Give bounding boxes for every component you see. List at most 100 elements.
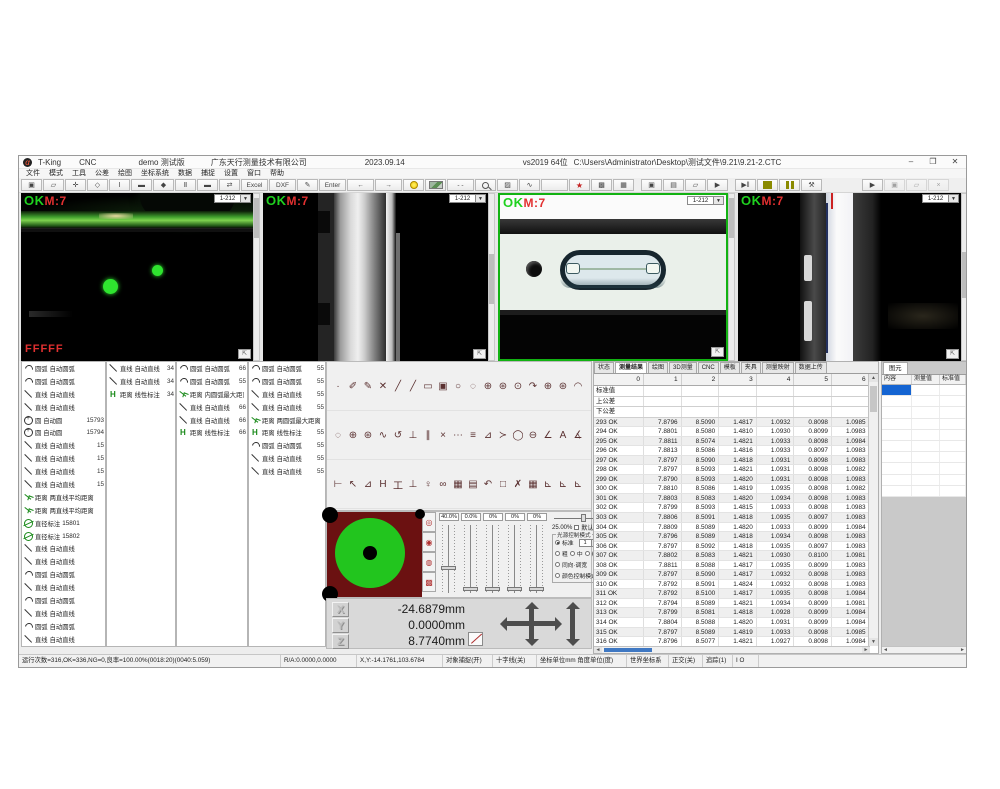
ibeam-live-icon[interactable]: Ⅱ	[175, 179, 196, 191]
camera-scrollbar-2[interactable]	[488, 193, 495, 361]
measure-tool-icon[interactable]: ▭	[421, 379, 435, 393]
hatch-icon[interactable]: ▨	[497, 179, 518, 191]
measure-tool-icon[interactable]: ×	[436, 428, 450, 442]
camera1-resize-icon[interactable]: ⇱	[238, 349, 251, 359]
feature-list-item[interactable]: 直径标注15802	[22, 530, 105, 543]
run-icon[interactable]: ▶	[862, 179, 883, 191]
measure-tool-icon[interactable]: A	[556, 428, 570, 442]
feature-list-item[interactable]: 圆弧自动圆弧55	[249, 439, 325, 452]
measure-tool-icon[interactable]: ▦	[451, 477, 465, 491]
chevron-down-icon[interactable]: ▼	[714, 196, 724, 205]
table-row[interactable]: 314 OK7.88048.50881.48201.09310.80991.09…	[594, 618, 870, 628]
measure-tool-icon[interactable]: ⊾	[541, 477, 555, 491]
measure-tool-icon[interactable]: ⊥	[406, 428, 420, 442]
measure-tool-icon[interactable]: ⊙	[511, 379, 525, 393]
measure-tool-icon[interactable]: ✗	[511, 477, 525, 491]
camera-scrollbar-1[interactable]	[253, 193, 260, 361]
zoom-icon[interactable]	[475, 179, 496, 191]
measure-tool-icon[interactable]: ⊕	[346, 428, 360, 442]
menu-item-模式[interactable]: 模式	[49, 169, 63, 178]
measure-tool-icon[interactable]: ⊾	[556, 477, 570, 491]
light-mode-button[interactable]: ▩	[422, 572, 436, 592]
measure-tool-icon[interactable]: ◌	[331, 428, 345, 442]
feature-list-item[interactable]: 距离两直线平均距离	[22, 504, 105, 517]
feature-list-item[interactable]: 距离两直线平均距离	[22, 491, 105, 504]
jog-z-arrows[interactable]	[570, 607, 575, 641]
measure-tool-icon[interactable]: H	[376, 477, 390, 491]
feature-list-item[interactable]: 直线自动直线	[22, 555, 105, 568]
camera-view-2[interactable]: OKM:7 1-212▼ ⇱	[263, 193, 488, 361]
table-row[interactable]: 298 OK7.87978.50931.48211.09310.80981.09…	[594, 465, 870, 475]
table-row[interactable]: 295 OK7.88118.50741.48211.09330.80981.09…	[594, 437, 870, 447]
measure-tool-icon[interactable]: ∡	[571, 428, 585, 442]
table-row[interactable]: 297 OK7.87978.50901.48181.09310.80981.09…	[594, 456, 870, 466]
table-row[interactable]: 299 OK7.87908.50931.48201.09310.80981.09…	[594, 475, 870, 485]
feature-list-item[interactable]: 直线自动直线	[22, 581, 105, 594]
laser-icon[interactable]: ★	[569, 179, 590, 191]
element-tab[interactable]: 图元	[883, 362, 908, 374]
measure-tool-icon[interactable]: ⊢	[331, 477, 345, 491]
measure-tool-icon[interactable]: ○	[451, 379, 465, 393]
probe-live-icon[interactable]: ◆	[153, 179, 174, 191]
jog-vertical-arrows[interactable]	[529, 607, 534, 641]
table-row[interactable]: 309 OK7.87978.50901.48171.09320.80981.09…	[594, 570, 870, 580]
camera2-range-select[interactable]: 1-212	[449, 194, 476, 203]
chevron-down-icon[interactable]: ▼	[476, 194, 486, 203]
feature-list-item[interactable]: 直线自动直线55	[249, 452, 325, 465]
measure-tool-icon[interactable]: ∠	[541, 428, 555, 442]
feature-list-item[interactable]: 距离两圆弧最大距离	[249, 414, 325, 427]
chevron-down-icon[interactable]: ▼	[241, 194, 251, 203]
table-row[interactable]: 294 OK7.88018.50801.48101.09300.80991.09…	[594, 427, 870, 437]
close-button[interactable]: ✕	[944, 156, 966, 168]
block-icon[interactable]: ▬	[131, 179, 152, 191]
dither-icon[interactable]: ▩	[591, 179, 612, 191]
radio-button[interactable]	[555, 562, 560, 567]
feature-list-item[interactable]: 圆自动圆15793	[22, 414, 105, 427]
move-stage-icon[interactable]: ✛	[65, 179, 86, 191]
pause-icon[interactable]	[779, 179, 800, 191]
measure-tool-icon[interactable]: ≡	[466, 428, 480, 442]
tab-模板[interactable]: 模板	[720, 362, 740, 373]
feature-list-item[interactable]: 直线自动直线34	[107, 375, 175, 388]
measure-tool-icon[interactable]: ≻	[496, 428, 510, 442]
feature-list-item[interactable]: 距离线性标注55	[249, 426, 325, 439]
element-list[interactable]	[882, 385, 966, 497]
panel-horizontal-scrollbar[interactable]: ◄►	[107, 646, 175, 647]
feature-list-panel-4[interactable]: 圆弧自动圆弧55圆弧自动圆弧55直线自动直线55直线自动直线55距离两圆弧最大距…	[248, 361, 326, 647]
table-row[interactable]: 304 OK7.88098.50891.48201.09330.80991.09…	[594, 523, 870, 533]
camera4-range-select[interactable]: 1-212	[922, 194, 949, 203]
measure-tool-icon[interactable]: ◠	[571, 379, 585, 393]
light-mode-button[interactable]: ◍	[422, 552, 436, 572]
folder-icon[interactable]: ▱	[685, 179, 706, 191]
table-row[interactable]: 313 OK7.87998.50811.48181.09280.80991.09…	[594, 608, 870, 618]
feature-list-item[interactable]: 距离线性标注66	[177, 426, 247, 439]
default-mode-checkbox[interactable]	[574, 525, 579, 530]
results-horizontal-scrollbar[interactable]: ◄ ►	[594, 646, 870, 653]
camera-view-1[interactable]: OKM:7 1-212▼ FFFFF ⇱	[21, 193, 253, 361]
scroll-left-icon[interactable]: ◄	[594, 647, 602, 653]
feature-list-item[interactable]: 圆弧自动圆弧55	[249, 375, 325, 388]
measure-tool-icon[interactable]: ∿	[376, 428, 390, 442]
transfer-icon[interactable]: ⇄	[219, 179, 240, 191]
tab-绘图[interactable]: 绘图	[648, 362, 668, 373]
light-channel-slider[interactable]: 0%	[504, 512, 526, 597]
measure-tool-icon[interactable]: ↶	[481, 477, 495, 491]
list-item[interactable]	[882, 430, 966, 441]
table-row[interactable]: 308 OK7.88118.50881.48171.09350.80991.09…	[594, 561, 870, 571]
list-item[interactable]	[882, 441, 966, 452]
dashes-button[interactable]: - -	[447, 179, 474, 191]
radio-button[interactable]	[555, 540, 560, 545]
measure-tool-icon[interactable]: ⊛	[556, 379, 570, 393]
measure-tool-icon[interactable]: ⋯	[451, 428, 465, 442]
feature-list-item[interactable]: 圆弧自动圆弧	[22, 594, 105, 607]
image-view-icon[interactable]	[425, 179, 446, 191]
table-row[interactable]: 305 OK7.87968.50891.48181.09340.80981.09…	[594, 532, 870, 542]
tab-测量结果[interactable]: 测量结果	[615, 362, 647, 373]
menu-item-窗口[interactable]: 窗口	[247, 169, 261, 178]
measure-tool-icon[interactable]: ▣	[436, 379, 450, 393]
play-to-end-icon[interactable]: ▶‖	[735, 179, 756, 191]
menu-item-文件[interactable]: 文件	[26, 169, 40, 178]
ring-light-indicator[interactable]	[327, 512, 422, 597]
tab-状态[interactable]: 状态	[594, 362, 614, 373]
light-channel-slider[interactable]: 0.0%	[460, 512, 482, 597]
